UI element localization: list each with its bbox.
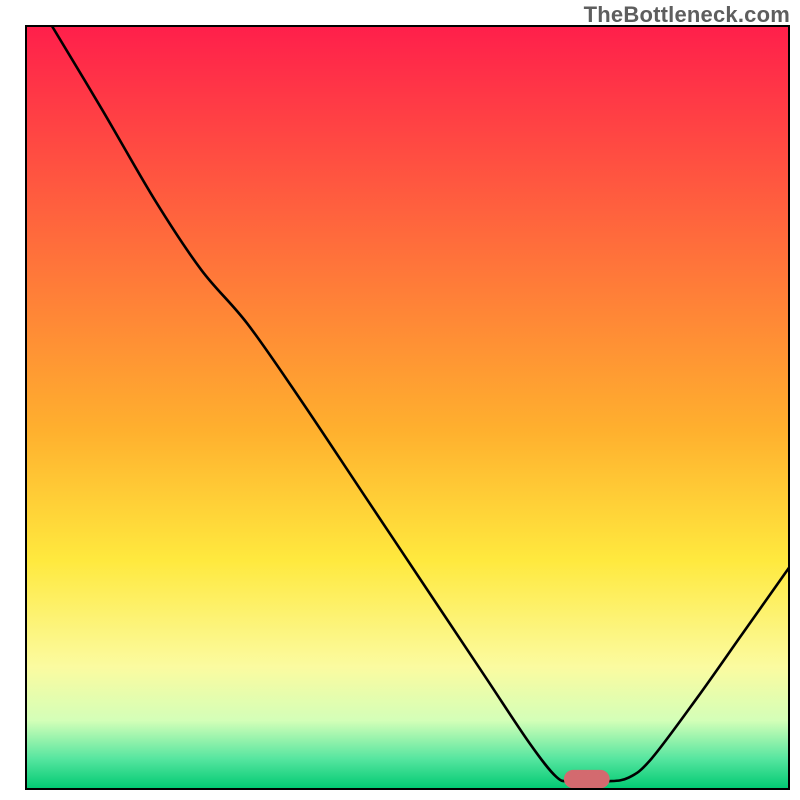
optimal-marker xyxy=(564,770,610,788)
chart-stage: TheBottleneck.com xyxy=(0,0,800,800)
heatmap-background xyxy=(26,26,789,789)
bottleneck-chart xyxy=(0,0,800,800)
